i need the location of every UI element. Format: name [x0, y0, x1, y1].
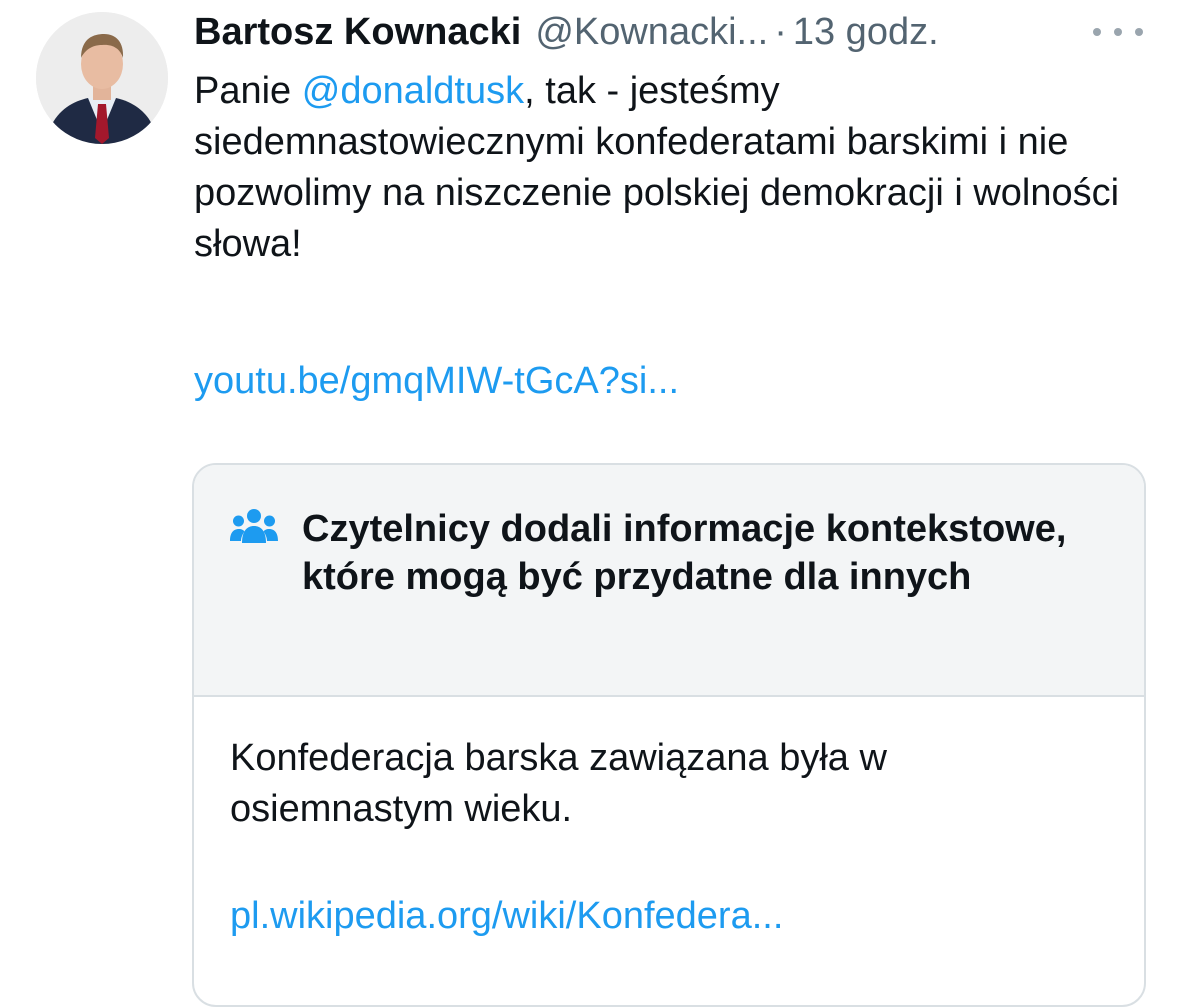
avatar[interactable] — [36, 12, 168, 144]
tweet-text: Panie @donaldtusk, tak - jesteśmy siedem… — [194, 66, 1154, 270]
wikipedia-link[interactable]: pl.wikipedia.org/wiki/Konfedera... — [230, 895, 783, 937]
youtube-link[interactable]: youtu.be/gmqMIW-tGcA?si... — [194, 360, 679, 402]
tweet-text-prefix: Panie — [194, 70, 302, 112]
separator-dot: · — [774, 11, 787, 53]
community-note: Czytelnicy dodali informacje kontekstowe… — [192, 463, 1146, 1007]
more-dot — [1135, 28, 1143, 36]
author-handle[interactable]: @Kownacki... — [535, 8, 768, 56]
more-options-icon[interactable] — [1093, 18, 1143, 46]
people-icon — [230, 509, 278, 543]
community-note-body: Konfederacja barska zawiązana była w osi… — [230, 737, 887, 830]
community-note-link-container: pl.wikipedia.org/wiki/Konfedera... — [230, 891, 783, 942]
author-name[interactable]: Bartosz Kownacki — [194, 8, 521, 56]
more-dot — [1093, 28, 1101, 36]
more-dot — [1114, 28, 1122, 36]
tweet-header: Bartosz Kownacki @Kownacki... · 13 godz. — [194, 8, 1094, 56]
mention-link[interactable]: @donaldtusk — [302, 70, 524, 112]
tweet-link-container: youtu.be/gmqMIW-tGcA?si... — [194, 356, 679, 407]
timestamp[interactable]: 13 godz. — [793, 8, 939, 56]
community-note-title: Czytelnicy dodali informacje kontekstowe… — [302, 508, 1067, 598]
community-note-header: Czytelnicy dodali informacje kontekstowe… — [194, 465, 1144, 697]
